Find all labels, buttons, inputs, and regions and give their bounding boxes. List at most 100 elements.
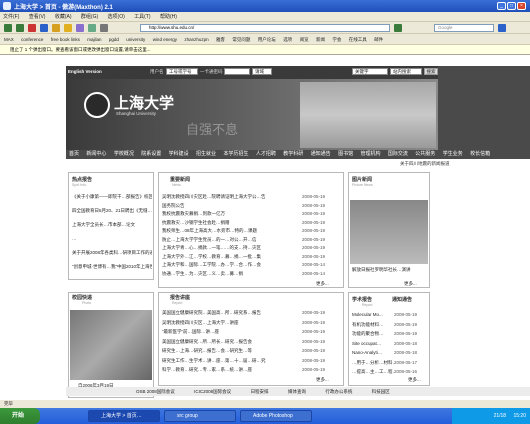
menu-view[interactable]: 查看(V) bbox=[29, 12, 46, 22]
hot-item[interactable]: 《关于小康第——即院干…部报告》校区聘请 bbox=[72, 194, 152, 200]
nav-item[interactable]: 人才招聘 bbox=[253, 150, 279, 159]
footer-link[interactable]: 科技园区 bbox=[372, 387, 390, 396]
hot-item[interactable]: 四全国教育日5月20、21日聘出《无缝…报告》 bbox=[72, 208, 152, 214]
picture-news-photo[interactable] bbox=[350, 200, 428, 264]
report-row-title[interactable]: “最新医学”前…国际…讲…座 bbox=[162, 329, 298, 335]
footer-link[interactable]: 日程安排 bbox=[251, 387, 269, 396]
print-icon[interactable] bbox=[100, 24, 108, 32]
nav-item[interactable]: 招生就业 bbox=[193, 150, 219, 159]
news-row-title[interactable]: 抗震救灾…沙钢学生社会赴…捐赠 bbox=[162, 220, 298, 226]
academic-row-title[interactable]: Molecular Mo... bbox=[352, 312, 394, 317]
fav-item[interactable]: 学会 bbox=[332, 34, 341, 44]
picture-news-caption[interactable]: 解放日报社罗明华社长…演讲 bbox=[352, 267, 428, 273]
news-row-title[interactable]: 我校师生…08年上海高大…水旁市…特的…课题 bbox=[162, 228, 298, 234]
search-input[interactable]: Google bbox=[434, 24, 494, 32]
nav-item[interactable]: 本学历招生 bbox=[220, 150, 251, 159]
nav-item[interactable]: 新闻中心 bbox=[83, 150, 109, 159]
user-type-select[interactable]: 工号或学号 bbox=[166, 68, 198, 75]
academic-row-title[interactable]: Nano-Analyti… bbox=[352, 350, 394, 355]
report-row-title[interactable]: 科学…教育…研究…专…家…系…统…讲…座 bbox=[162, 367, 298, 373]
academic-row-title[interactable]: 功能的聚合物… bbox=[352, 331, 394, 337]
hot-item[interactable]: “创意申城·世博有…我”中国2010年上海世界… bbox=[72, 264, 152, 270]
close-button[interactable]: × bbox=[517, 2, 526, 10]
fav-item[interactable]: 常见问题 bbox=[232, 34, 250, 44]
address-input[interactable]: http://www.shu.edu.cn/ bbox=[140, 24, 390, 32]
menu-groups[interactable]: 群组(G) bbox=[81, 12, 98, 22]
task-browser[interactable]: 上海大学 > 首页… bbox=[88, 410, 160, 422]
report-row-title[interactable]: 吴明沈教授四川灾区…上海大学…讲座 bbox=[162, 320, 298, 326]
nav-item[interactable]: 校长信箱 bbox=[467, 150, 493, 159]
report-row-title[interactable]: 美国国立健康研究…所…所长…研究…报告会 bbox=[162, 339, 298, 345]
fav-item[interactable]: university bbox=[126, 34, 145, 44]
fav-item[interactable]: 选项 bbox=[283, 34, 292, 44]
fav-item[interactable]: wind energy bbox=[153, 34, 177, 44]
history-icon[interactable] bbox=[76, 24, 84, 32]
footer-link[interactable]: 行政办公系统 bbox=[325, 387, 352, 396]
nav-item[interactable]: 管理机构 bbox=[357, 150, 383, 159]
site-search-input[interactable]: 关键字 bbox=[352, 68, 388, 75]
start-button[interactable]: 开始 bbox=[0, 408, 40, 424]
news-row-title[interactable]: 上海大学外…江…学校…教育…募…捐…一批…集 bbox=[162, 254, 298, 260]
go-icon[interactable] bbox=[394, 24, 402, 32]
academic-row-title[interactable]: 有机功能材料… bbox=[352, 322, 394, 328]
nav-item[interactable]: 教学科研 bbox=[280, 150, 306, 159]
news-more-link[interactable]: 更多... bbox=[316, 281, 329, 287]
favorites-icon[interactable] bbox=[64, 24, 72, 32]
footer-link[interactable]: 媒体查询 bbox=[288, 387, 306, 396]
notice-tab[interactable]: 通知通告 bbox=[392, 296, 412, 303]
report-row-title[interactable]: 研究生工作…生学术…讲…座…第…十…届…研…究 bbox=[162, 358, 298, 364]
fav-item[interactable]: 阅览 bbox=[300, 34, 309, 44]
fav-item[interactable]: free book links bbox=[51, 34, 80, 44]
english-link[interactable]: English Version bbox=[68, 69, 102, 74]
home-icon[interactable] bbox=[52, 24, 60, 32]
nav-item[interactable]: 国际交流 bbox=[385, 150, 411, 159]
site-search-button[interactable]: 搜索 bbox=[424, 68, 438, 75]
report-row-title[interactable]: 研究生…上海…研究…报告…会…研究生…等 bbox=[162, 348, 298, 354]
picture-news-more[interactable]: 更多... bbox=[404, 281, 417, 287]
academic-row-title[interactable]: …用于…分析…材料… bbox=[352, 360, 394, 366]
news-row-title[interactable]: 国务院公告 bbox=[162, 203, 298, 209]
fav-item[interactable]: 雅客 bbox=[216, 34, 225, 44]
search-scope-select[interactable]: 站内搜索 bbox=[390, 68, 422, 75]
news-row-title[interactable]: 上海大学和…国际…工学院…办…学…合…作…会 bbox=[162, 262, 298, 268]
menu-options[interactable]: 选项(O) bbox=[108, 12, 125, 22]
search-icon[interactable] bbox=[88, 24, 96, 32]
nav-item[interactable]: 公共服务 bbox=[412, 150, 438, 159]
fav-item[interactable]: conference bbox=[21, 34, 43, 44]
fav-item[interactable]: MAX bbox=[4, 34, 14, 44]
nav-item[interactable]: 学生业务 bbox=[440, 150, 466, 159]
news-ticker[interactable]: 关于四川地震的新闻报道 bbox=[400, 161, 450, 167]
fav-item[interactable]: pgdd bbox=[109, 34, 119, 44]
academic-tab[interactable]: 学术报告 bbox=[352, 296, 372, 303]
search-go-icon[interactable] bbox=[498, 24, 506, 32]
fav-item[interactable]: 用户论坛 bbox=[258, 34, 276, 44]
fav-item[interactable]: zhanzhuzpn bbox=[184, 34, 208, 44]
nav-item[interactable]: 院系设置 bbox=[138, 150, 164, 159]
footer-link[interactable]: OSB 2008国际会议 bbox=[136, 387, 175, 396]
menu-tools[interactable]: 工具(T) bbox=[134, 12, 150, 22]
password-field[interactable] bbox=[224, 68, 250, 75]
stop-icon[interactable] bbox=[28, 24, 36, 32]
task-folder[interactable]: src group bbox=[164, 410, 236, 422]
news-row-title[interactable]: 我校抗震救灾募捐…到款一亿万 bbox=[162, 211, 298, 217]
task-photoshop[interactable]: Adobe Photoshop bbox=[240, 410, 312, 422]
academic-row-title[interactable]: Site occupat… bbox=[352, 341, 394, 346]
nav-item[interactable]: 学校概况 bbox=[111, 150, 137, 159]
fav-item[interactable]: 新闻 bbox=[316, 34, 325, 44]
forward-icon[interactable] bbox=[16, 24, 24, 32]
hot-item[interactable]: … bbox=[72, 236, 152, 241]
refresh-icon[interactable] bbox=[40, 24, 48, 32]
fav-item[interactable]: majilan bbox=[87, 34, 101, 44]
news-row-title[interactable]: 协通…学生…为…灾区…义…卖…募…捐 bbox=[162, 271, 298, 277]
nav-item[interactable]: 通知通告 bbox=[308, 150, 334, 159]
menu-favorites[interactable]: 收藏(A) bbox=[55, 12, 72, 22]
back-icon[interactable] bbox=[4, 24, 12, 32]
report-row-title[interactable]: 美国国立健康研究院…美国高…所…研究系…报告 bbox=[162, 310, 298, 316]
maximize-button[interactable]: □ bbox=[507, 2, 516, 10]
fav-item[interactable]: 在线工具 bbox=[349, 34, 367, 44]
nav-item[interactable]: 图书馆 bbox=[335, 150, 356, 159]
popup-blocked-bar[interactable]: 阻止了 1 个弹出窗口。要查看该窗口或更改弹出窗口设置,请单击这里... bbox=[0, 45, 530, 55]
report-more-link[interactable]: 更多... bbox=[316, 377, 329, 383]
minimize-button[interactable]: _ bbox=[497, 2, 506, 10]
news-row-title[interactable]: 防止…上海大学学生党员…的一…对公…开…信 bbox=[162, 237, 298, 243]
